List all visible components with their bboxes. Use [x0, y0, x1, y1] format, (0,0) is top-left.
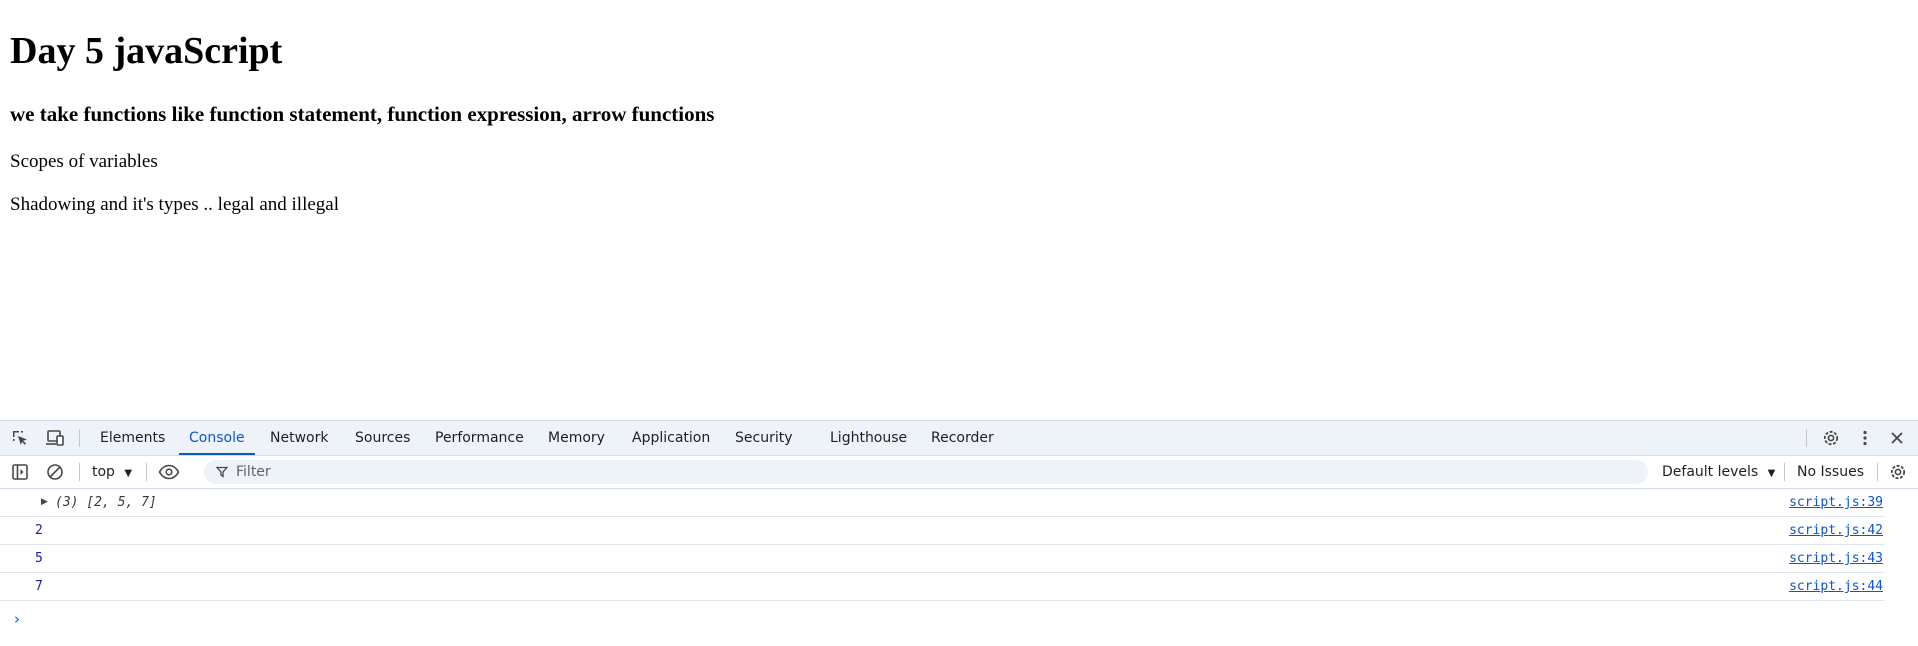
console-log-row: 5 script.js:43	[0, 545, 1885, 573]
log-number-value: 5	[35, 551, 43, 566]
console-log-row: ▶ (3) [2, 5, 7] script.js:39	[0, 489, 1885, 517]
dropdown-arrow-icon: ▼	[124, 468, 133, 479]
log-levels-dropdown[interactable]: Default levels ▼	[1662, 462, 1775, 484]
log-number-value: 7	[35, 579, 43, 594]
source-link[interactable]: script.js:42	[1789, 523, 1883, 538]
tab-network[interactable]: Network	[270, 421, 328, 455]
inspect-element-icon[interactable]	[9, 427, 31, 449]
toolbar-divider	[1784, 463, 1785, 481]
sidebar-toggle-icon[interactable]	[9, 461, 31, 483]
devtools-tabbar: Elements Console Network Sources Perform…	[0, 421, 1918, 456]
paragraph-shadowing: Shadowing and it's types .. legal and il…	[10, 194, 340, 215]
console-toolbar: top ▼ Filter Default levels ▼ No Issues	[0, 456, 1918, 489]
log-number-value: 2	[35, 523, 43, 538]
console-log-row: 7 script.js:44	[0, 573, 1885, 601]
tab-memory[interactable]: Memory	[548, 421, 605, 455]
close-icon[interactable]	[1886, 427, 1908, 449]
device-toolbar-icon[interactable]	[44, 427, 66, 449]
array-count: (3)	[55, 495, 79, 510]
array-items: [2, 5, 7]	[86, 495, 157, 510]
issues-counter[interactable]: No Issues	[1797, 462, 1864, 482]
tab-lighthouse[interactable]: Lighthouse	[830, 421, 907, 455]
toolbar-divider	[79, 463, 80, 481]
context-selector[interactable]: top ▼	[92, 462, 132, 482]
filter-placeholder: Filter	[236, 464, 271, 480]
expand-arrow-icon[interactable]: ▶	[41, 497, 48, 507]
dropdown-arrow-icon: ▼	[1767, 468, 1776, 479]
tab-recorder[interactable]: Recorder	[931, 421, 994, 455]
toolbar-divider	[1877, 463, 1878, 481]
tab-console[interactable]: Console	[179, 421, 255, 455]
console-log-row: 2 script.js:42	[0, 517, 1885, 545]
tab-performance[interactable]: Performance	[435, 421, 524, 455]
tab-sources[interactable]: Sources	[355, 421, 410, 455]
console-settings-gear-icon[interactable]	[1887, 461, 1909, 483]
filter-icon	[216, 466, 228, 478]
page-subheading: we take functions like function statemen…	[10, 102, 715, 126]
devtools-panel: Elements Console Network Sources Perform…	[0, 420, 1918, 646]
paragraph-scopes: Scopes of variables	[10, 151, 158, 172]
live-expression-eye-icon[interactable]	[158, 461, 180, 483]
toolbar-divider	[146, 463, 147, 481]
source-link[interactable]: script.js:39	[1789, 495, 1883, 510]
levels-label: Default levels	[1662, 464, 1759, 480]
source-link[interactable]: script.js:43	[1789, 551, 1883, 566]
tab-elements[interactable]: Elements	[100, 421, 165, 455]
context-label: top	[92, 464, 115, 480]
source-link[interactable]: script.js:44	[1789, 579, 1883, 594]
more-options-icon[interactable]	[1854, 427, 1876, 449]
clear-console-icon[interactable]	[44, 461, 66, 483]
settings-gear-icon[interactable]	[1820, 427, 1842, 449]
page-heading: Day 5 javaScript	[10, 30, 283, 72]
tab-security[interactable]: Security	[735, 421, 793, 455]
tab-divider	[1806, 429, 1807, 447]
filter-input[interactable]: Filter	[204, 460, 1648, 484]
log-array-value[interactable]: (3) [2, 5, 7]	[55, 495, 157, 510]
tab-divider	[79, 429, 80, 447]
tab-application[interactable]: Application	[632, 421, 710, 455]
console-prompt-chevron-icon[interactable]: ›	[14, 610, 20, 628]
web-page: Day 5 javaScript we take functions like …	[0, 0, 1918, 420]
